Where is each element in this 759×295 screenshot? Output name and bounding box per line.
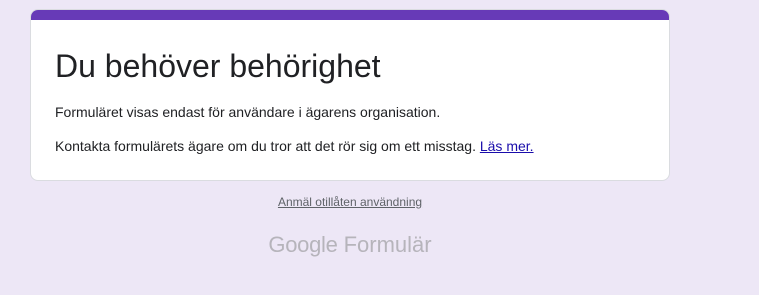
page-title: Du behöver behörighet [55, 48, 381, 84]
learn-more-link[interactable]: Läs mer. [480, 138, 534, 154]
google-forms-logo: Google Formulär [0, 231, 700, 259]
card-accent-bar [31, 10, 669, 20]
contact-owner-text: Kontakta formulärets ägare om du tror at… [55, 138, 476, 154]
permission-card: Du behöver behörighet Formuläret visas e… [30, 9, 670, 181]
forms-wordmark: Formulär [343, 232, 432, 257]
report-abuse-link[interactable]: Anmäl otillåten användning [0, 195, 700, 209]
google-wordmark: Google [268, 232, 338, 257]
restriction-message: Formuläret visas endast för användare i … [55, 104, 441, 120]
contact-owner-message: Kontakta formulärets ägare om du tror at… [55, 136, 534, 156]
